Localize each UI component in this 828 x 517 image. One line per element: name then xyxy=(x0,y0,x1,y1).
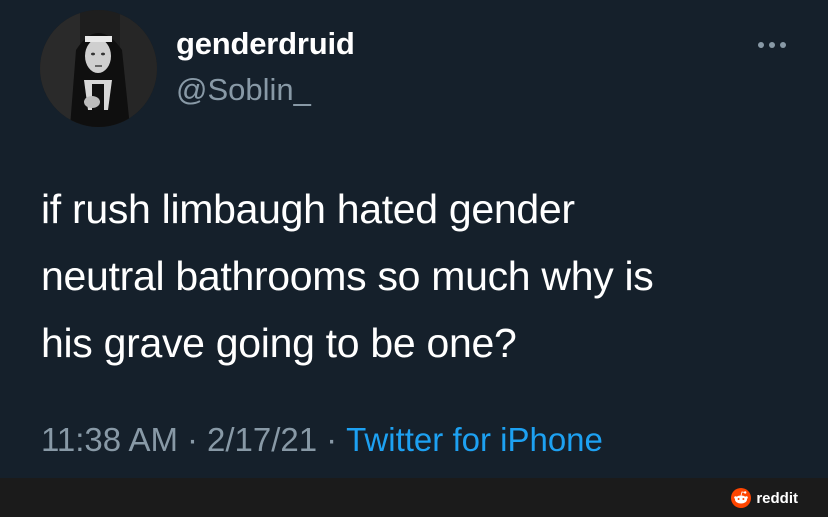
meta-separator: · xyxy=(326,421,338,458)
display-name[interactable]: genderdruid xyxy=(176,26,355,62)
tweet-card: genderdruid @Soblin_ if rush limbaugh ha… xyxy=(0,0,828,478)
watermark-bar: reddit xyxy=(0,478,828,517)
meta-separator: · xyxy=(186,421,198,458)
tweet-time[interactable]: 11:38 AM xyxy=(41,421,178,458)
reddit-watermark: reddit xyxy=(730,487,798,509)
tweet-date[interactable]: 2/17/21 xyxy=(207,421,317,458)
more-horizontal-icon xyxy=(758,42,786,48)
more-options-button[interactable] xyxy=(752,30,792,60)
tweet-text-line: his grave going to be one? xyxy=(41,320,517,366)
reddit-label: reddit xyxy=(756,489,798,507)
avatar[interactable] xyxy=(40,10,157,127)
tweet-source-link[interactable]: Twitter for iPhone xyxy=(346,421,603,458)
user-handle[interactable]: @Soblin_ xyxy=(176,72,311,108)
tweet-metadata: 11:38 AM · 2/17/21 · Twitter for iPhone xyxy=(41,421,603,459)
tweet-text: if rush limbaugh hated gender neutral ba… xyxy=(41,176,801,377)
avatar-image xyxy=(40,10,157,127)
tweet-text-line: neutral bathrooms so much why is xyxy=(41,253,654,299)
tweet-text-line: if rush limbaugh hated gender xyxy=(41,186,575,232)
reddit-icon xyxy=(731,488,752,508)
